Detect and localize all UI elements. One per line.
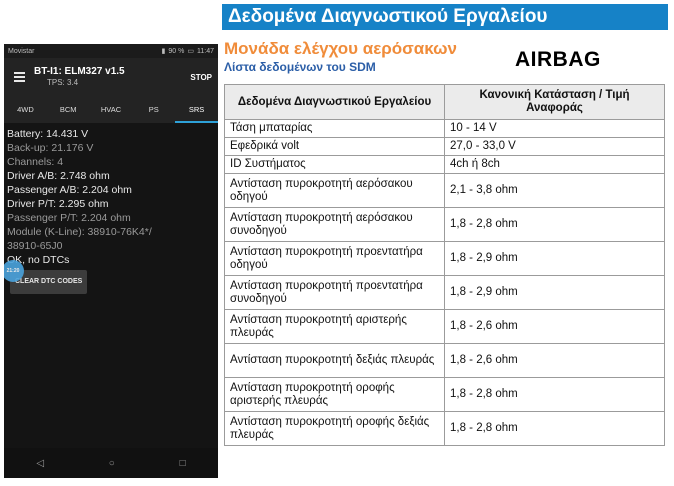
table-cell-value: 27,0 - 33,0 V xyxy=(444,137,665,156)
recent-apps-icon[interactable]: □ xyxy=(180,458,186,469)
stop-button[interactable]: STOP xyxy=(184,73,218,82)
table-row: Αντίσταση πυροκροτητή αερόσακου συνοδηγο… xyxy=(224,207,665,242)
table-cell-parameter: Τάση μπαταρίας xyxy=(224,119,445,138)
table-cell-value: 1,8 - 2,8 ohm xyxy=(444,411,665,446)
column-header-reference: Κανονική Κατάσταση / Τιμή Αναφοράς xyxy=(444,84,665,120)
table-cell-parameter: Αντίσταση πυροκροτητή οροφής δεξιάς πλευ… xyxy=(224,411,445,446)
table-cell-value: 1,8 - 2,9 ohm xyxy=(444,275,665,310)
table-cell-parameter: Εφεδρικά volt xyxy=(224,137,445,156)
reading-driver-ab: Driver A/B: 2.748 ohm xyxy=(7,170,110,182)
table-cell-value: 1,8 - 2,8 ohm xyxy=(444,377,665,412)
reading-passenger-ab: Passenger A/B: 2.204 ohm xyxy=(7,184,132,196)
tab-ps[interactable]: PS xyxy=(132,96,175,123)
table-cell-value: 1,8 - 2,8 ohm xyxy=(444,207,665,242)
battery-icon: ▭ xyxy=(187,48,194,55)
app-bar: BT-I1: ELM327 v1.5 TPS: 3.4 STOP xyxy=(4,58,218,96)
table-cell-value: 1,8 - 2,6 ohm xyxy=(444,309,665,344)
table-row: Αντίσταση πυροκροτητή αριστερής πλευράς … xyxy=(224,309,665,344)
battery-label: 90 % xyxy=(168,47,185,55)
phone-screenshot: Movistar ▮ 90 % ▭ 11:47 BT-I1: ELM327 v1… xyxy=(4,44,218,478)
clock-label: 11:47 xyxy=(197,47,214,55)
table-row: Αντίσταση πυροκροτητή προεντατήρα οδηγού… xyxy=(224,241,665,276)
tps-label: TPS: 3.4 xyxy=(47,78,79,87)
table-row: Τάση μπαταρίας 10 - 14 V xyxy=(224,119,665,138)
reading-backup: Back-up: 21.176 V xyxy=(7,142,94,154)
tab-srs[interactable]: SRS xyxy=(175,96,218,123)
table-row: Αντίσταση πυροκροτητή δεξιάς πλευράς 1,8… xyxy=(224,343,665,378)
reading-channels: Channels: 4 xyxy=(7,156,64,168)
table-row: Εφεδρικά volt 27,0 - 33,0 V xyxy=(224,137,665,156)
table-header-row: Δεδομένα Διαγνωστικού Εργαλείου Κανονική… xyxy=(224,84,665,120)
table-cell-parameter: Αντίσταση πυροκροτητή προεντατήρα οδηγού xyxy=(224,241,445,276)
table-cell-parameter: ID Συστήματος xyxy=(224,155,445,174)
carrier-label: Movistar xyxy=(8,47,35,55)
tab-bcm[interactable]: BCM xyxy=(47,96,90,123)
reading-module: Module (K-Line): 38910-76K4*/ xyxy=(7,226,152,238)
menu-icon[interactable] xyxy=(4,58,34,96)
column-header-parameter: Δεδομένα Διαγνωστικού Εργαλείου xyxy=(224,84,445,120)
reading-passenger-pt: Passenger P/T: 2.204 ohm xyxy=(7,212,131,224)
table-cell-parameter: Αντίσταση πυροκροτητή αερόσακου συνοδηγο… xyxy=(224,207,445,242)
srs-readings: Battery: 14.431 V Back-up: 21.176 V Chan… xyxy=(4,123,218,298)
table-cell-parameter: Αντίσταση πυροκροτητή προεντατήρα συνοδη… xyxy=(224,275,445,310)
tab-hvac[interactable]: HVAC xyxy=(90,96,133,123)
table-row: Αντίσταση πυροκροτητή οροφής αριστερής π… xyxy=(224,377,665,412)
document-header: Δεδομένα Διαγνωστικού Εργαλείου xyxy=(222,4,668,30)
table-cell-parameter: Αντίσταση πυροκροτητή δεξιάς πλευράς xyxy=(224,343,445,378)
back-icon[interactable]: ◁ xyxy=(36,458,44,469)
table-row: Αντίσταση πυροκροτητή οροφής δεξιάς πλευ… xyxy=(224,411,665,446)
module-tabs: 4WD BCM HVAC PS SRS xyxy=(4,96,218,123)
clear-dtc-button[interactable]: 21:20 CLEAR DTC CODES xyxy=(4,260,88,294)
signal-icon: ▮ xyxy=(161,48,166,55)
table-row: Αντίσταση πυροκροτητή προεντατήρα συνοδη… xyxy=(224,275,665,310)
table-cell-value: 4ch ή 8ch xyxy=(444,155,665,174)
table-row: ID Συστήματος 4ch ή 8ch xyxy=(224,155,665,174)
status-bar: Movistar ▮ 90 % ▭ 11:47 xyxy=(4,44,218,58)
reading-module-part: 38910-65J0 xyxy=(7,240,63,252)
table-cell-value: 10 - 14 V xyxy=(444,119,665,138)
table-cell-parameter: Αντίσταση πυροκροτητή οροφής αριστερής π… xyxy=(224,377,445,412)
table-cell-value: 1,8 - 2,6 ohm xyxy=(444,343,665,378)
table-cell-parameter: Αντίσταση πυροκροτητή αερόσακου οδηγού xyxy=(224,173,445,208)
home-icon[interactable]: ○ xyxy=(109,458,115,469)
reading-driver-pt: Driver P/T: 2.295 ohm xyxy=(7,198,109,210)
tab-4wd[interactable]: 4WD xyxy=(4,96,47,123)
reference-values-table: Δεδομένα Διαγνωστικού Εργαλείου Κανονική… xyxy=(224,84,665,446)
android-nav-bar: ◁ ○ □ xyxy=(4,448,218,478)
clear-dtc-label: CLEAR DTC CODES xyxy=(15,278,83,285)
airbag-badge: AIRBAG xyxy=(515,48,601,71)
table-cell-value: 1,8 - 2,9 ohm xyxy=(444,241,665,276)
document-subsubtitle: Λίστα δεδομένων του SDM xyxy=(224,60,376,74)
table-cell-value: 2,1 - 3,8 ohm xyxy=(444,173,665,208)
table-cell-parameter: Αντίσταση πυροκροτητή αριστερής πλευράς xyxy=(224,309,445,344)
reading-dtc-status: OK, no DTCs xyxy=(7,254,70,266)
app-title: BT-I1: ELM327 v1.5 xyxy=(34,66,125,77)
table-row: Αντίσταση πυροκροτητή αερόσακου οδηγού 2… xyxy=(224,173,665,208)
document-subtitle: Μονάδα ελέγχου αερόσακων xyxy=(224,39,457,58)
reading-battery: Battery: 14.431 V xyxy=(7,128,89,140)
